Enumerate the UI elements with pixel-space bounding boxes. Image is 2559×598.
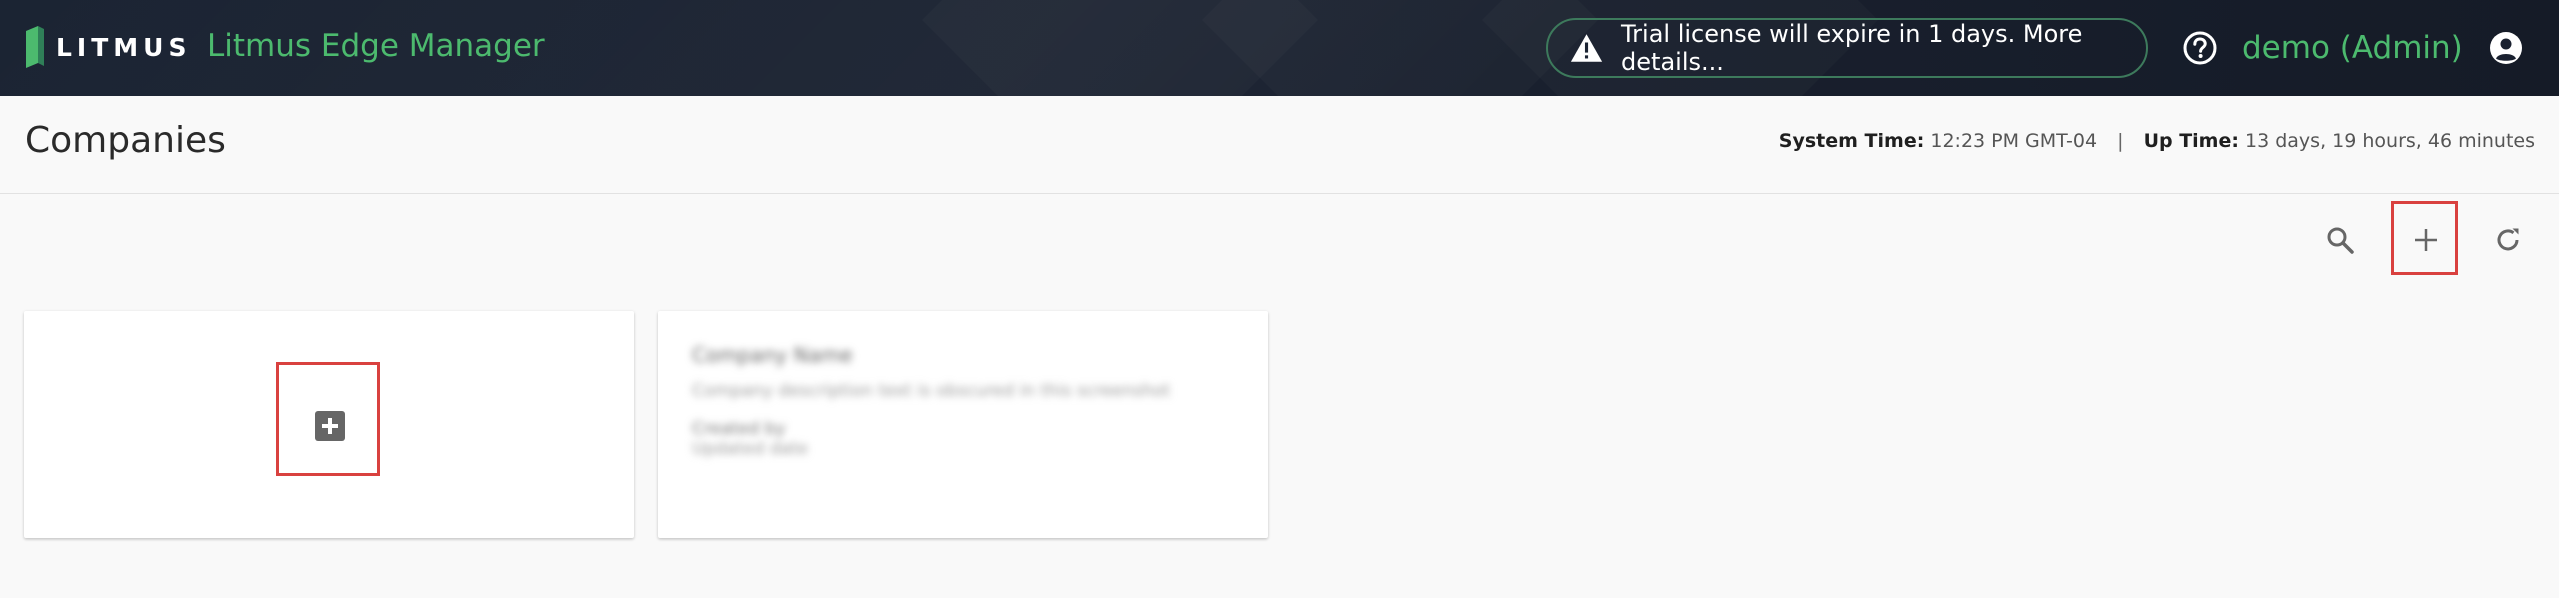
trial-license-text: Trial license will expire in 1 days. Mor… <box>1621 20 2083 76</box>
system-time-label: System Time: <box>1778 130 1925 152</box>
company-description: Company description text is obscured in … <box>692 381 1171 401</box>
company-card[interactable]: Company Name Company description text is… <box>658 311 1268 538</box>
page-title: Companies <box>25 120 226 161</box>
brand-logo[interactable]: LITMUS <box>24 24 191 70</box>
litmus-logo-icon <box>26 26 44 68</box>
system-status: System Time: 12:23 PM GMT-04 | Up Time: … <box>1779 130 2535 152</box>
add-box-icon[interactable] <box>315 411 345 441</box>
add-company-card[interactable] <box>24 311 634 538</box>
warning-icon <box>1570 34 1603 62</box>
up-time-label: Up Time: <box>2143 130 2239 152</box>
help-icon[interactable] <box>2182 30 2218 66</box>
refresh-button[interactable] <box>2482 214 2534 266</box>
company-meta-updated: Updated date <box>692 439 809 459</box>
system-time-value: 12:23 PM GMT-04 <box>1930 130 2098 152</box>
brand-wordmark: LITMUS <box>56 32 192 62</box>
add-company-button[interactable] <box>2400 214 2452 266</box>
up-time-value: 13 days, 19 hours, 46 minutes <box>2245 130 2535 152</box>
app-title[interactable]: Litmus Edge Manager <box>207 22 545 70</box>
user-menu[interactable]: demo (Admin) <box>2242 24 2463 72</box>
company-name: Company Name <box>692 343 853 367</box>
refresh-icon <box>2497 228 2519 251</box>
account-icon[interactable] <box>2488 30 2524 66</box>
page-header: Companies System Time: 12:23 PM GMT-04 |… <box>0 96 2559 194</box>
add-icon <box>2415 229 2437 251</box>
company-meta-created: Created by <box>692 419 786 439</box>
status-separator: | <box>2117 130 2124 152</box>
search-button[interactable] <box>2314 214 2366 266</box>
search-icon <box>2327 227 2354 254</box>
trial-license-notice[interactable]: Trial license will expire in 1 days. Mor… <box>1546 18 2148 78</box>
top-navigation-bar: LITMUS Litmus Edge Manager Trial license… <box>0 0 2559 96</box>
